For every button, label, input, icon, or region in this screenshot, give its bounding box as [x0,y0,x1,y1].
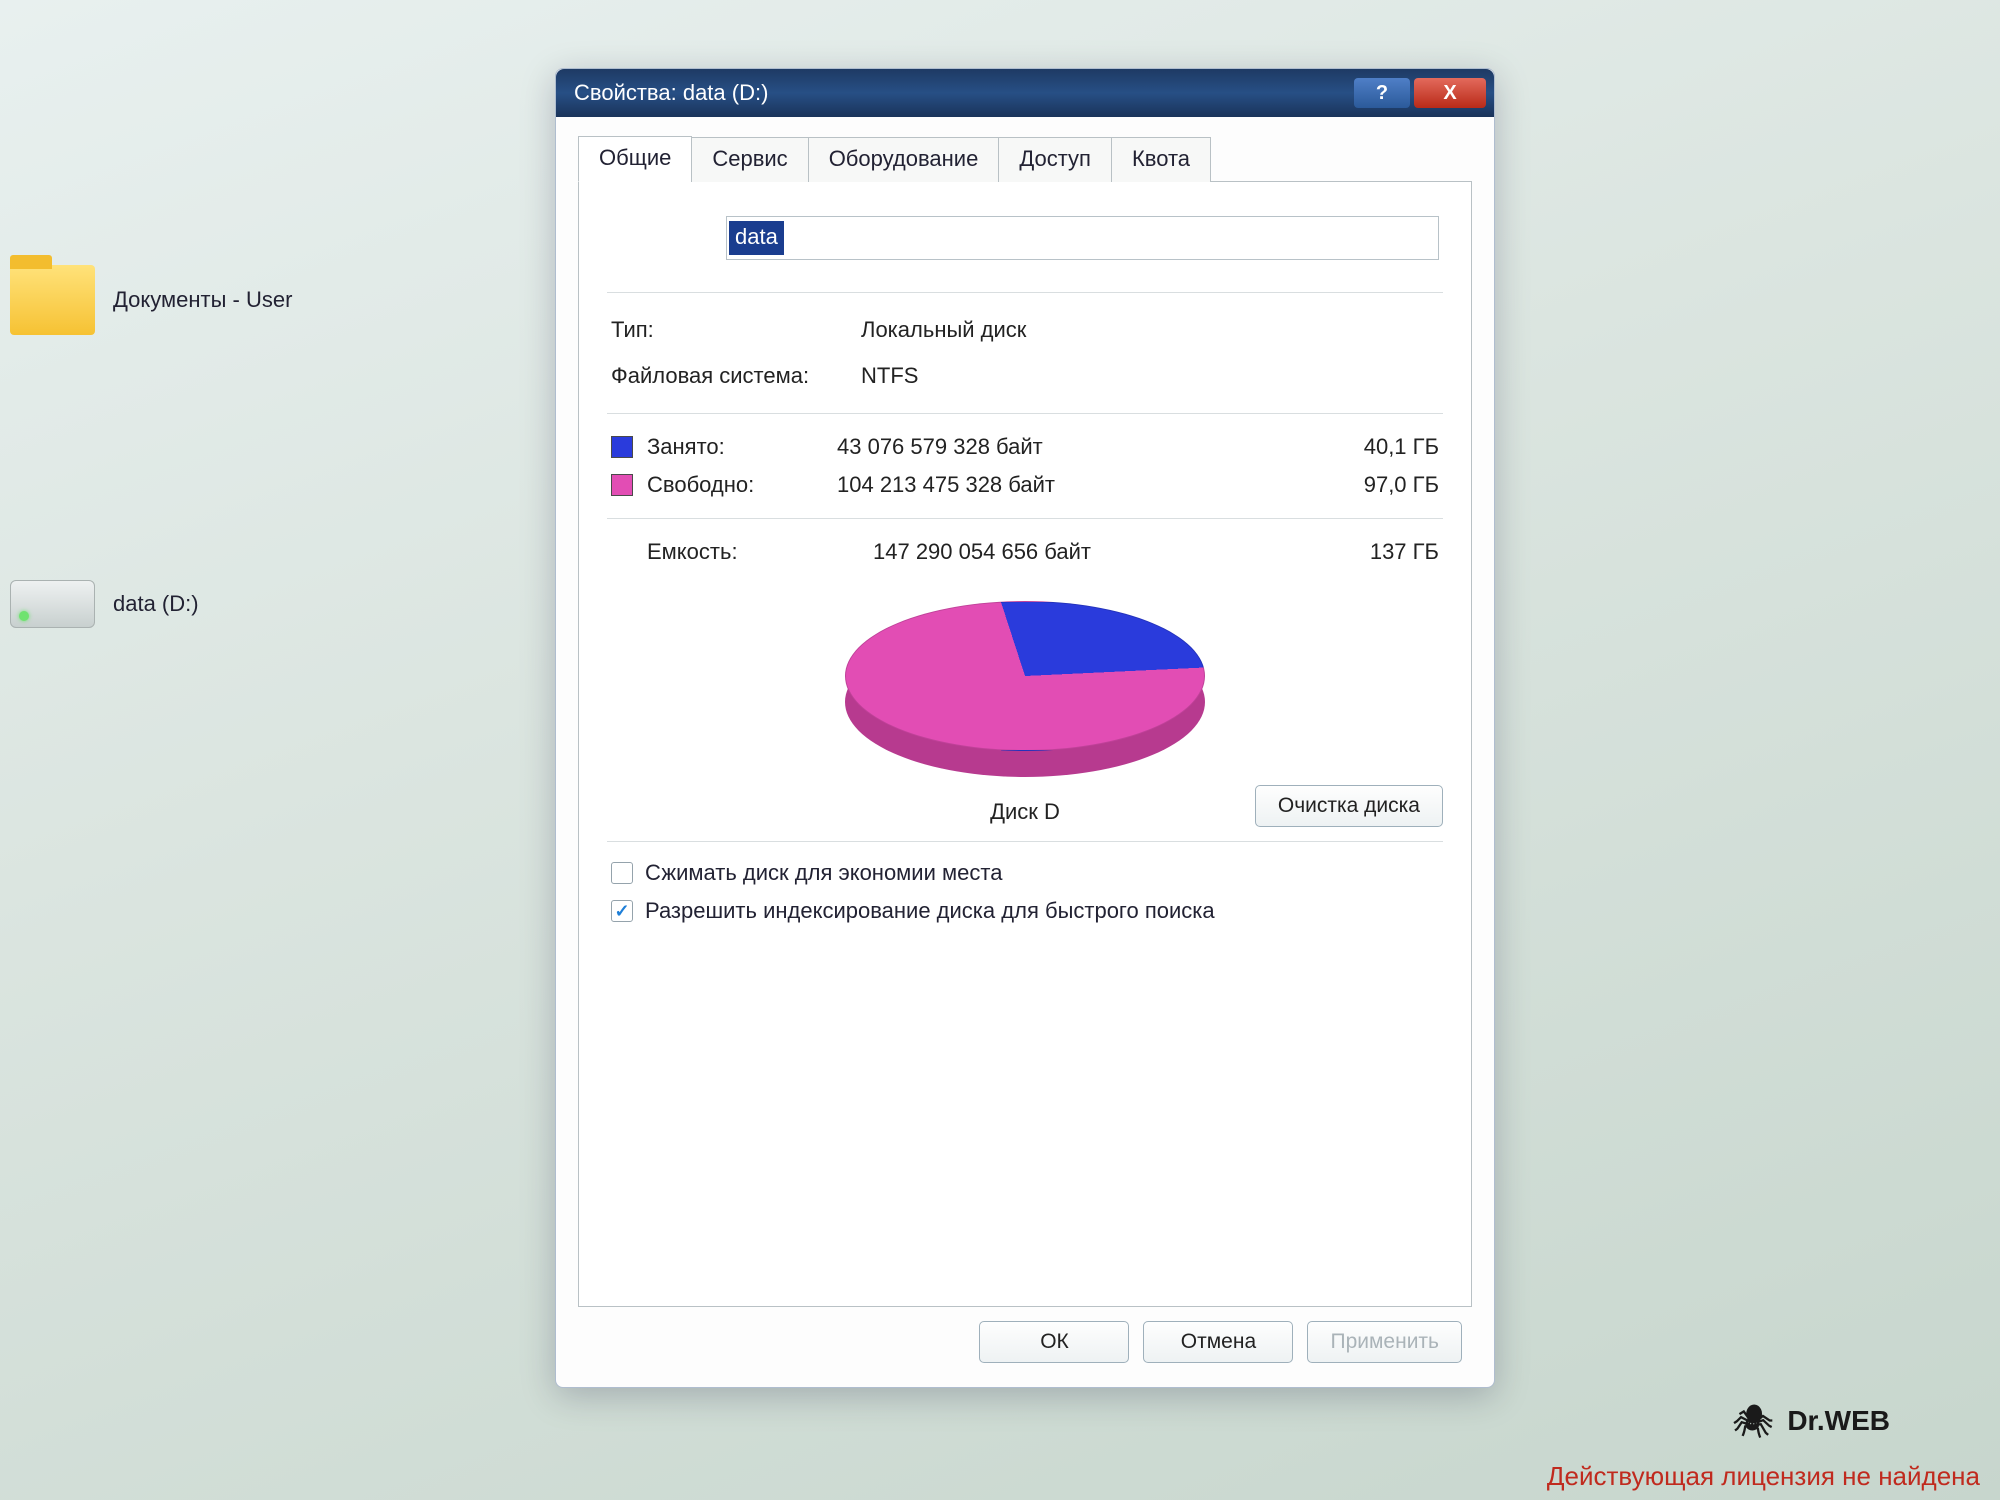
capacity-bytes: 147 290 054 656 байт [873,539,1299,565]
disk-cleanup-button[interactable]: Очистка диска [1255,785,1443,827]
used-gb: 40,1 ГБ [1299,434,1439,460]
capacity-label: Емкость: [647,539,873,565]
help-button[interactable]: ? [1354,78,1410,108]
index-checkbox[interactable] [611,900,633,922]
tab-quota[interactable]: Квота [1111,137,1211,182]
pie-top [845,601,1205,751]
desktop-shortcut-documents[interactable]: Документы - User [10,265,292,335]
free-color-swatch [611,474,633,496]
tab-strip: Общие Сервис Оборудование Доступ Квота [578,135,1472,182]
used-color-swatch [611,436,633,458]
free-bytes: 104 213 475 328 байт [837,472,1299,498]
titlebar[interactable]: Свойства: data (D:) ? X [556,69,1494,117]
type-value: Локальный диск [861,317,1026,343]
desktop-shortcut-drive-d[interactable]: data (D:) [10,580,199,628]
spider-icon: 🕷 [1733,1402,1774,1440]
used-bytes: 43 076 579 328 байт [837,434,1299,460]
close-button[interactable]: X [1414,78,1486,108]
tab-hardware[interactable]: Оборудование [808,137,1000,182]
drive-name-input[interactable]: data [726,216,1439,260]
disk-usage-chart: Диск D Очистка диска [607,585,1443,835]
cancel-button[interactable]: Отмена [1143,1321,1293,1363]
tab-tools[interactable]: Сервис [691,137,808,182]
drive-name-value: data [729,221,784,255]
compress-label: Сжимать диск для экономии места [645,860,1002,886]
dialog-buttons: ОК Отмена Применить [578,1307,1472,1369]
drive-properties-dialog: Свойства: data (D:) ? X Общие Сервис Обо… [555,68,1495,1388]
free-gb: 97,0 ГБ [1299,472,1439,498]
used-label: Занято: [647,434,837,460]
drive-icon [10,580,95,628]
free-label: Свободно: [647,472,837,498]
capacity-gb: 137 ГБ [1299,539,1439,565]
tab-sharing[interactable]: Доступ [998,137,1112,182]
tab-panel-general: data Тип: Локальный диск Файловая систем… [578,182,1472,1307]
ok-button[interactable]: ОК [979,1321,1129,1363]
desktop-shortcut-label: Документы - User [113,287,292,313]
antivirus-branding: 🕷 Dr.WEB [1733,1402,1890,1440]
window-title: Свойства: data (D:) [574,80,768,106]
apply-button[interactable]: Применить [1307,1321,1462,1363]
filesystem-value: NTFS [861,363,918,389]
folder-icon [10,265,95,335]
type-label: Тип: [611,317,861,343]
license-warning: Действующая лицензия не найдена [1547,1461,1980,1492]
drive-large-icon [611,208,696,268]
antivirus-name: Dr.WEB [1787,1405,1890,1437]
tab-general[interactable]: Общие [578,136,692,182]
pie-caption: Диск D [990,799,1060,825]
filesystem-label: Файловая система: [611,363,861,389]
desktop-shortcut-label: data (D:) [113,591,199,617]
compress-checkbox[interactable] [611,862,633,884]
index-label: Разрешить индексирование диска для быстр… [645,898,1215,924]
dialog-client-area: Общие Сервис Оборудование Доступ Квота d… [556,117,1494,1387]
